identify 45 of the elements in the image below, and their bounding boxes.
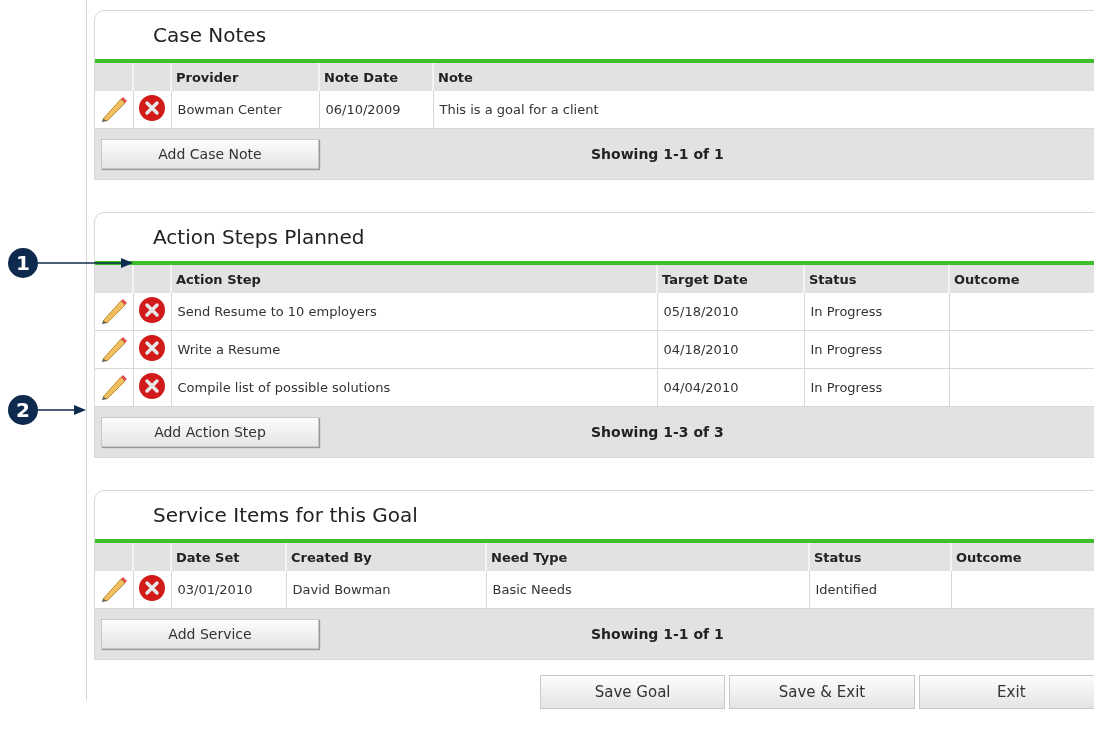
column-header: Created By bbox=[286, 543, 486, 571]
table-cell: 06/10/2009 bbox=[319, 91, 433, 129]
table-cell: 03/01/2010 bbox=[171, 571, 286, 609]
table-cell: 04/04/2010 bbox=[657, 368, 804, 407]
column-header: Status bbox=[804, 265, 949, 293]
table-cell: Send Resume to 10 employers bbox=[171, 293, 657, 331]
table-cell: 04/18/2010 bbox=[657, 330, 804, 369]
column-header: Note Date bbox=[319, 63, 433, 91]
column-header: Outcome bbox=[951, 543, 1094, 571]
add-button[interactable]: Add Case Note bbox=[101, 139, 319, 169]
column-header: Outcome bbox=[949, 265, 1094, 293]
record-count: Showing 1-3 of 3 bbox=[591, 424, 724, 440]
column-header: Date Set bbox=[171, 543, 286, 571]
add-button[interactable]: Add Action Step bbox=[101, 417, 319, 447]
delete-icon[interactable] bbox=[138, 372, 166, 400]
table-cell: Basic Needs bbox=[486, 571, 809, 609]
callout-badge: 2 bbox=[8, 395, 38, 425]
table-cell: 05/18/2010 bbox=[657, 293, 804, 331]
table-cell: In Progress bbox=[804, 330, 949, 369]
column-header: Need Type bbox=[486, 543, 809, 571]
table-cell: Write a Resume bbox=[171, 330, 657, 369]
table-cell: In Progress bbox=[804, 368, 949, 407]
table-cell: Compile list of possible solutions bbox=[171, 368, 657, 407]
record-count: Showing 1-1 of 1 bbox=[591, 626, 724, 642]
callout-badge: 1 bbox=[8, 248, 38, 278]
column-header: Provider bbox=[171, 63, 319, 91]
delete-icon[interactable] bbox=[138, 574, 166, 602]
table-cell: This is a goal for a client bbox=[433, 91, 1094, 129]
save-button[interactable]: Save Goal bbox=[540, 675, 726, 709]
column-header: Status bbox=[809, 543, 951, 571]
save-exit-button[interactable]: Save & Exit bbox=[729, 675, 915, 709]
column-header: Action Step bbox=[171, 265, 657, 293]
delete-icon[interactable] bbox=[138, 334, 166, 362]
exit-button[interactable]: Exit bbox=[918, 675, 1094, 709]
table-cell: In Progress bbox=[804, 293, 949, 331]
record-count: Showing 1-1 of 1 bbox=[591, 146, 724, 162]
column-header: Note bbox=[433, 63, 1094, 91]
add-button[interactable]: Add Service bbox=[101, 619, 319, 649]
table-cell: Bowman Center bbox=[171, 91, 319, 129]
callout-arrow bbox=[38, 404, 86, 416]
table-cell: Identified bbox=[809, 571, 951, 609]
delete-icon[interactable] bbox=[138, 296, 166, 324]
delete-icon[interactable] bbox=[138, 94, 166, 122]
column-header: Target Date bbox=[657, 265, 804, 293]
table-cell: David Bowman bbox=[286, 571, 486, 609]
